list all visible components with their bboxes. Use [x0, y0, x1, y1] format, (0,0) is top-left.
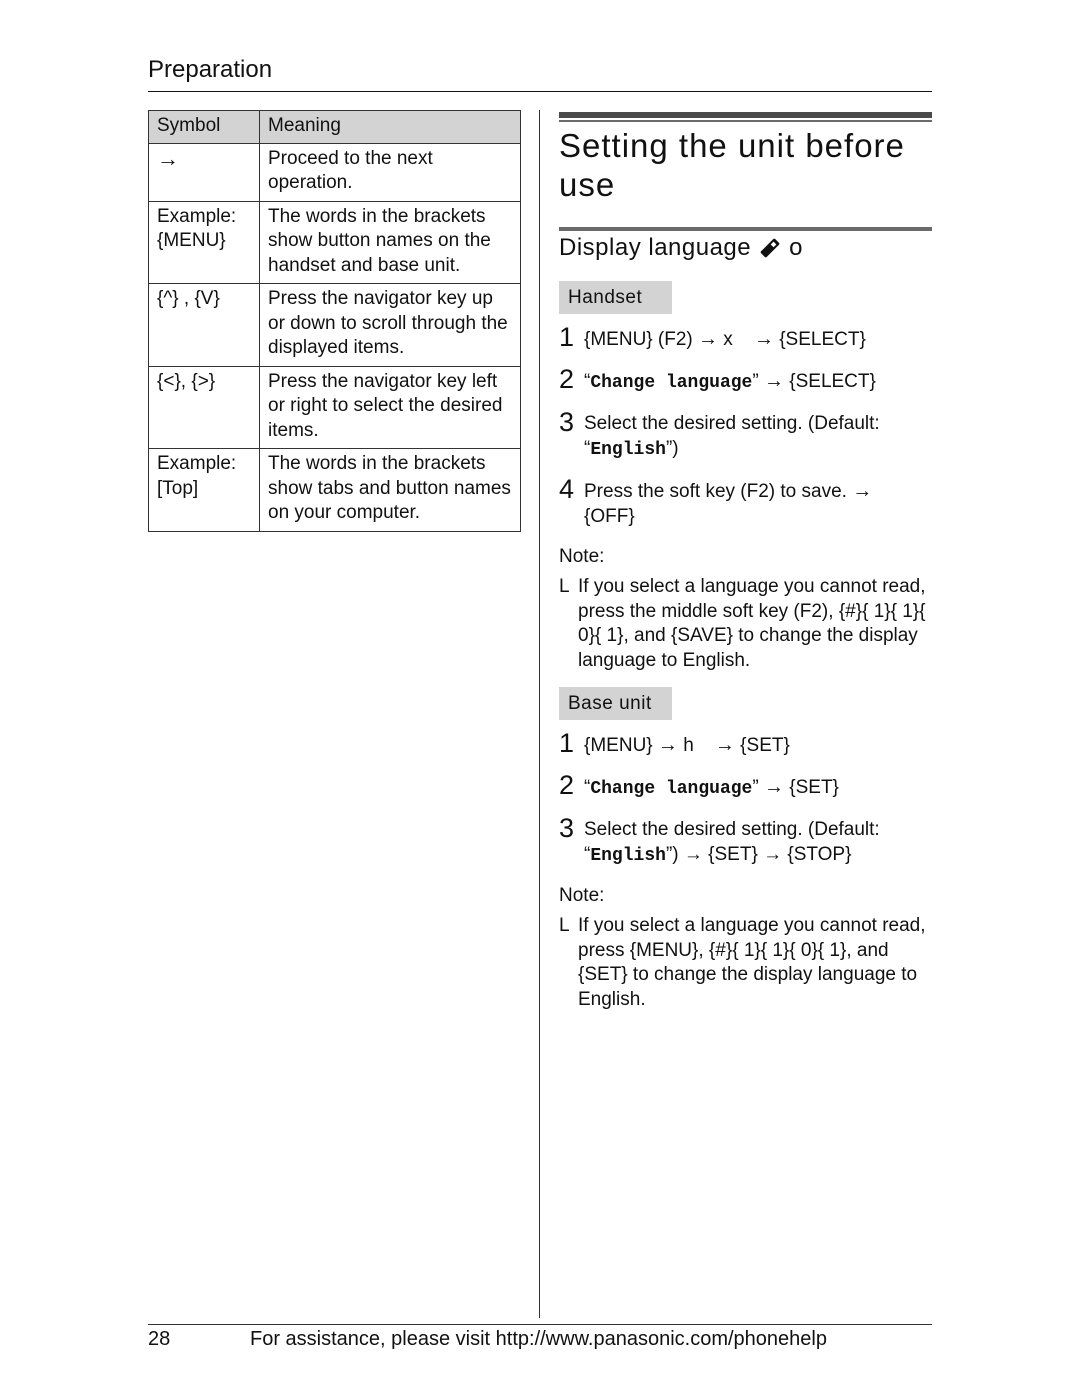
step-text: ) [672, 437, 679, 459]
step-number: 2 [559, 770, 575, 800]
arrow-icon: → [763, 776, 784, 798]
column-header-symbol: Symbol [148, 110, 260, 144]
handset-icon [760, 238, 780, 258]
arrow-icon: → [657, 734, 678, 756]
table-row: Example: [Top] The words in the brackets… [148, 448, 521, 532]
step-text: ) → {SET} → {STOP} [672, 843, 852, 865]
subtitle-rule [559, 227, 932, 231]
step-text: {MENU} [584, 735, 658, 756]
arrow-icon: → [763, 370, 784, 392]
table-row: Example: {MENU} The words in the bracket… [148, 200, 521, 284]
footer-rule [148, 1324, 932, 1325]
step-text: {SET} [734, 735, 790, 756]
step-text: {MENU} (F2) [584, 329, 699, 350]
display-text: English [590, 439, 666, 460]
base-step-1: 1 {MENU} → h → {SET} [559, 729, 939, 759]
step-text: {SELECT} [783, 371, 876, 392]
symbol-cell: {^} , {V} [148, 283, 260, 367]
handset-step-3: 3 Select the desired setting. (Default: “… [559, 408, 939, 462]
page-title: Setting the unit before use [559, 127, 905, 203]
symbol-cell: Example: {MENU} [148, 200, 260, 284]
base-unit-tag: Base unit [559, 687, 672, 720]
step-text: Select the desired setting. (Default: [584, 819, 880, 840]
handset-step-2: 2 “Change language” → {SELECT} [559, 364, 876, 394]
symbol-cell: {<}, {>} [148, 365, 260, 449]
display-text: Change language [590, 373, 753, 393]
handset-step-1: 1 {MENU} (F2) → x → {SELECT} [559, 323, 939, 353]
meaning-cell: Press the navigator key up or down to sc… [259, 283, 521, 367]
step-text: Select the desired setting. (Default: [584, 413, 880, 434]
table-row: → Proceed to the next operation. [148, 142, 521, 202]
note-text: If you select a language you cannot read… [578, 915, 926, 1011]
handset-step-4: 4 Press the soft key (F2) to save. → {OFF… [559, 475, 939, 529]
meaning-cell: The words in the brackets show button na… [259, 200, 521, 284]
arrow-icon: → [852, 480, 873, 502]
step-number: 4 [559, 474, 575, 504]
bullet-icon: L [559, 576, 570, 597]
step-text: h [677, 735, 700, 756]
meaning-cell: Proceed to the next operation. [259, 142, 521, 202]
display-text: Change language [590, 779, 753, 799]
handset-tag: Handset [559, 281, 672, 314]
step-text: {SET} [783, 777, 839, 798]
column-header-meaning: Meaning [259, 110, 521, 144]
step-number: 1 [559, 322, 575, 352]
step-text: {SELECT} [773, 329, 866, 350]
symbol-cell: → [148, 142, 260, 202]
arrow-icon: → [753, 328, 774, 350]
arrow-icon: → [698, 328, 719, 350]
symbol-table: Symbol Meaning → Proceed to the next ope… [148, 110, 521, 532]
step-text: x [718, 329, 739, 350]
base-note: L If you select a language you cannot re… [559, 914, 935, 1013]
step-number: 3 [559, 813, 575, 843]
subtitle-icon-o: o [789, 234, 803, 261]
section-header: Preparation [148, 56, 273, 83]
header-rule [148, 91, 932, 92]
bullet-icon: L [559, 915, 570, 936]
base-step-3: 3 Select the desired setting. (Default: “… [559, 814, 939, 868]
table-row: {^} , {V} Press the navigator key up or … [148, 283, 521, 367]
title-rule-thin [559, 120, 932, 122]
step-number: 1 [559, 728, 575, 758]
table-header-row: Symbol Meaning [148, 110, 521, 144]
base-step-2: 2 “Change language” → {SET} [559, 770, 839, 800]
arrow-icon: → [714, 734, 735, 756]
step-number: 2 [559, 364, 575, 394]
meaning-cell: Press the navigator key left or right to… [259, 365, 521, 449]
handset-note-label: Note: [559, 546, 605, 567]
display-text: English [590, 845, 666, 866]
table-row: {<}, {>} Press the navigator key left or… [148, 365, 521, 449]
base-note-label: Note: [559, 885, 605, 906]
symbol-cell: Example: [Top] [148, 448, 260, 532]
step-text: {OFF} [584, 505, 635, 527]
page-number: 28 [148, 1328, 171, 1350]
step-text: Press the soft key (F2) to save. [584, 481, 847, 502]
subtitle: Display language o [559, 234, 803, 262]
handset-note: L If you select a language you cannot re… [559, 575, 935, 674]
meaning-cell: The words in the brackets show tabs and … [259, 448, 521, 532]
step-number: 3 [559, 407, 575, 437]
note-text: If you select a language you cannot read… [578, 576, 926, 672]
subtitle-text: Display language [559, 234, 752, 261]
footer-text: For assistance, please visit http://www.… [250, 1328, 827, 1350]
title-rule-thick [559, 112, 932, 118]
column-divider [539, 110, 540, 1318]
